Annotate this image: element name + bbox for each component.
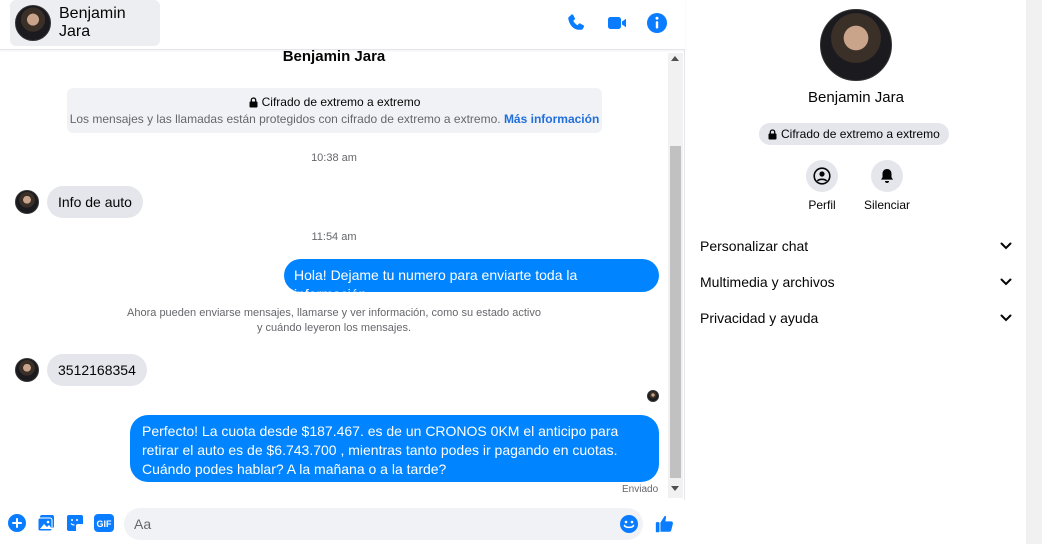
timestamp: 11:54 am xyxy=(311,231,357,243)
message-input[interactable] xyxy=(124,508,643,540)
like-icon[interactable] xyxy=(654,513,676,535)
bell-icon xyxy=(881,169,893,183)
activity-notice-line: Ahora pueden enviarse mensajes, llamarse… xyxy=(127,307,541,319)
phone-icon[interactable] xyxy=(565,11,589,35)
chevron-down-icon xyxy=(1000,314,1012,322)
section-customize-chat[interactable]: Personalizar chat xyxy=(700,232,1012,260)
encryption-notice: Cifrado de extremo a extremo Los mensaje… xyxy=(67,88,602,133)
avatar xyxy=(15,190,39,214)
chevron-down-icon xyxy=(1000,278,1012,286)
section-label: Personalizar chat xyxy=(700,238,809,254)
lock-icon xyxy=(768,128,777,139)
encryption-badge: Cifrado de extremo a extremo xyxy=(759,123,949,145)
contact-name: Benjamin Jara xyxy=(59,5,126,40)
profile-label: Perfil xyxy=(808,198,836,212)
profile-button[interactable] xyxy=(806,160,838,192)
message-bubble-outgoing[interactable]: Hola! Dejame tu numero para enviarte tod… xyxy=(284,259,659,302)
incoming-message: 3512168354 xyxy=(15,354,147,386)
scrollbar[interactable] xyxy=(668,53,683,498)
encryption-title-text: Cifrado de extremo a extremo xyxy=(261,95,421,109)
sent-status: Enviado xyxy=(622,484,659,495)
profile-icon xyxy=(813,167,831,185)
plus-icon[interactable] xyxy=(8,514,26,532)
mute-button[interactable] xyxy=(871,160,903,192)
gif-icon[interactable]: GIF xyxy=(94,514,114,532)
thread-contact-name: Benjamin Jara xyxy=(282,50,386,65)
sticker-icon[interactable] xyxy=(66,514,84,532)
composer: GIF xyxy=(0,500,685,544)
encryption-description-text: Los mensajes y las llamadas están proteg… xyxy=(69,112,501,126)
chat-pane: Benjamin Jara Benjamin Jara Cifrado de e… xyxy=(0,0,685,544)
image-icon[interactable] xyxy=(37,514,55,532)
page-scrollbar[interactable] xyxy=(1026,0,1042,544)
activity-notice-line: y cuándo leyeron los mensajes. xyxy=(256,322,412,334)
avatar xyxy=(15,5,51,41)
mute-action[interactable]: Silenciar xyxy=(852,160,922,212)
message-bubble[interactable]: Info de auto xyxy=(47,186,143,218)
scroll-up-arrow[interactable] xyxy=(671,56,679,61)
encryption-title: Cifrado de extremo a extremo xyxy=(67,95,602,109)
emoji-icon[interactable] xyxy=(619,514,639,534)
video-icon[interactable] xyxy=(605,11,629,35)
gif-label: GIF xyxy=(97,519,113,529)
encryption-description: Los mensajes y las llamadas están proteg… xyxy=(67,112,602,126)
lock-icon xyxy=(249,96,258,107)
details-panel: Benjamin Jara Cifrado de extremo a extre… xyxy=(686,0,1026,544)
scroll-down-arrow[interactable] xyxy=(671,486,679,491)
chevron-down-icon xyxy=(1000,242,1012,250)
message-list: Benjamin Jara Cifrado de extremo a extre… xyxy=(0,50,668,498)
section-label: Privacidad y ayuda xyxy=(700,310,819,326)
section-label: Multimedia y archivos xyxy=(700,274,835,290)
info-icon[interactable] xyxy=(645,11,669,35)
contact-header-button[interactable]: Benjamin Jara xyxy=(10,0,160,46)
message-bubble[interactable]: 3512168354 xyxy=(47,354,147,386)
timestamp: 10:38 am xyxy=(311,152,357,164)
profile-name: Benjamin Jara xyxy=(808,89,904,106)
encryption-badge-text: Cifrado de extremo a extremo xyxy=(781,127,940,141)
profile-action[interactable]: Perfil xyxy=(787,160,857,212)
scroll-thumb[interactable] xyxy=(670,146,681,478)
message-bubble-outgoing[interactable]: Perfecto! La cuota desde $187.467. es de… xyxy=(130,415,659,482)
activity-notice: Ahora pueden enviarse mensajes, llamarse… xyxy=(100,306,568,336)
section-media-files[interactable]: Multimedia y archivos xyxy=(700,268,1012,296)
mute-label: Silenciar xyxy=(863,198,911,212)
chat-header: Benjamin Jara xyxy=(0,0,685,50)
incoming-message: Info de auto xyxy=(15,186,143,218)
more-info-link[interactable]: Más información xyxy=(504,112,599,126)
profile-avatar xyxy=(820,9,892,81)
avatar xyxy=(15,358,39,382)
seen-indicator-avatar xyxy=(647,390,659,402)
section-privacy-help[interactable]: Privacidad y ayuda xyxy=(700,304,1012,332)
